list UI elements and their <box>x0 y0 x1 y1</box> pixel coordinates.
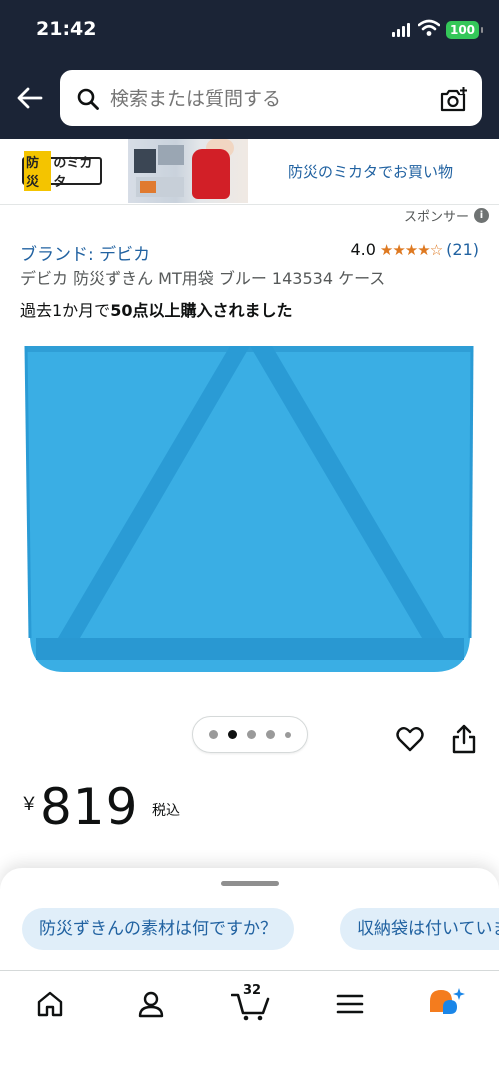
banner-image <box>128 139 248 203</box>
product-title: デビカ 防災ずきん MT用袋 ブルー 143534 ケース <box>20 269 386 288</box>
rating-count[interactable]: (21) <box>446 240 479 259</box>
sponsored-label[interactable]: スポンサー i <box>404 206 489 225</box>
carousel-dot[interactable] <box>247 730 256 739</box>
rating-value: 4.0 <box>350 240 376 259</box>
price-amount: 819 <box>40 778 139 836</box>
brand-link[interactable]: ブランド: デビカ <box>20 240 150 265</box>
rating-summary[interactable]: 4.0 ★★★★☆ (21) <box>350 240 479 259</box>
image-carousel-indicator[interactable] <box>192 716 308 753</box>
rufus-bottom-sheet[interactable]: 防災ずきんの素材は何ですか？ 収納袋は付いていますか？ <box>0 868 499 974</box>
sponsored-banner[interactable]: 防災 のミカタ 防災のミカタでお買い物 <box>0 139 499 205</box>
heart-icon[interactable] <box>396 726 424 752</box>
question-chip[interactable]: 収納袋は付いていますか？ <box>340 908 499 950</box>
price: ￥ 819 <box>20 778 138 836</box>
carousel-dot[interactable] <box>266 730 275 739</box>
product-image[interactable] <box>24 338 476 678</box>
search-input[interactable] <box>110 82 430 116</box>
rating-stars: ★★★★☆ <box>379 240 443 259</box>
brand-logo: 防災 のミカタ <box>22 151 102 191</box>
battery-indicator: 100 <box>446 21 483 39</box>
menu-icon[interactable] <box>335 989 365 1019</box>
purchase-count: 過去1か月で50点以上購入されました <box>20 301 293 320</box>
price-currency: ￥ <box>20 794 38 815</box>
carousel-dot-active[interactable] <box>228 730 237 739</box>
home-icon[interactable] <box>35 989 65 1019</box>
account-icon[interactable] <box>136 989 166 1019</box>
tax-label: 税込 <box>152 803 180 819</box>
cart-tab[interactable]: 32 <box>231 983 271 1021</box>
carousel-dot[interactable] <box>209 730 218 739</box>
app-header: 21:42 100 <box>0 0 499 139</box>
cart-icon <box>231 993 270 1021</box>
banner-cta[interactable]: 防災のミカタでお買い物 <box>288 161 453 182</box>
bottom-tab-bar: 32 <box>0 970 499 1080</box>
sheet-drag-handle[interactable] <box>221 881 279 886</box>
rufus-icon[interactable] <box>428 987 466 1021</box>
wifi-icon <box>418 19 440 36</box>
back-arrow-icon[interactable] <box>14 82 46 114</box>
info-icon[interactable]: i <box>474 208 489 223</box>
cellular-signal-icon <box>392 23 410 37</box>
camera-search-icon[interactable] <box>438 85 468 115</box>
search-icon <box>77 88 99 110</box>
carousel-dot[interactable] <box>285 731 291 738</box>
question-chip[interactable]: 防災ずきんの素材は何ですか？ <box>22 908 294 950</box>
status-time: 21:42 <box>36 18 97 40</box>
search-bar[interactable] <box>60 70 482 126</box>
share-icon[interactable] <box>451 724 477 754</box>
